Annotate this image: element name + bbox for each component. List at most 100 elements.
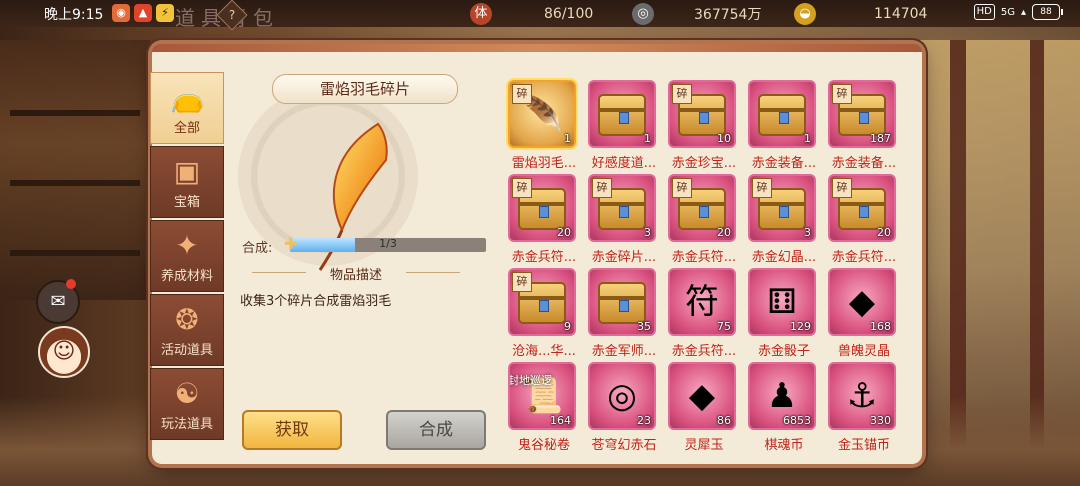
- compose-button[interactable]: 合成: [386, 410, 486, 450]
- inventory-item[interactable]: 1 赤金装备...: [744, 80, 824, 174]
- tally-card-icon: 符: [685, 282, 719, 322]
- item-label: 苍穹幻赤石: [591, 438, 657, 453]
- coin-value: 367754万: [694, 7, 762, 23]
- yin-yang-icon: ☯: [174, 377, 200, 410]
- treasure-chest-icon: [598, 282, 646, 324]
- top-bar: 晚上9:15 ◉ ▲ ⚡ 道具背包 ? 体 86/100 ◎ 367754万 ◒…: [0, 0, 1080, 31]
- item-slot: ♟ 6853: [748, 362, 816, 430]
- item-label: 赤金军师...: [591, 344, 657, 359]
- app-notification-icon: ▲: [134, 4, 152, 22]
- inventory-item[interactable]: 碎 20 赤金兵符...: [824, 174, 904, 268]
- chess-coin-icon: ♟: [766, 376, 798, 416]
- item-slot: 🪶 碎 1: [508, 80, 576, 148]
- inventory-item[interactable]: 符 75 赤金兵符...: [664, 268, 744, 362]
- inventory-item[interactable]: 碎 187 赤金装备...: [824, 80, 904, 174]
- tab-label: 养成材料: [160, 269, 213, 284]
- inventory-item[interactable]: ♟ 6853 棋魂币: [744, 362, 824, 456]
- red-crystal-icon: ◆: [848, 282, 876, 322]
- item-count: 20: [557, 226, 571, 239]
- item-grid: 🪶 碎 1 雷焰羽毛... 1 好感度道... 碎 10 赤金珍宝... 1 赤金装备... 碎 187…: [504, 80, 904, 460]
- compose-label: 合成:: [242, 241, 273, 256]
- coin-icon: ◎: [632, 3, 654, 25]
- item-overlay-tag: 封地巡逻: [508, 374, 552, 387]
- status-app-icons: ◉ ▲ ⚡: [112, 4, 174, 22]
- tab-gameplay-items[interactable]: ☯ 玩法道具: [150, 368, 224, 440]
- jade-icon: ◆: [688, 376, 716, 416]
- item-label: 棋魂币: [764, 438, 804, 453]
- tab-materials[interactable]: ✦ 养成材料: [150, 220, 224, 292]
- inventory-item[interactable]: 碎 20 赤金兵符...: [504, 174, 584, 268]
- item-slot: ◎ 23: [588, 362, 656, 430]
- item-label: 赤金珍宝...: [671, 156, 737, 171]
- inventory-item[interactable]: 1 好感度道...: [584, 80, 664, 174]
- inventory-item[interactable]: 🪶 碎 1 雷焰羽毛...: [504, 80, 584, 174]
- inventory-item[interactable]: ⚓ 330 金玉锚币: [824, 362, 904, 456]
- item-label: 赤金幻晶...: [751, 250, 817, 265]
- item-count: 187: [870, 132, 891, 145]
- inventory-item[interactable]: 碎 3 赤金幻晶...: [744, 174, 824, 268]
- fragment-badge: 碎: [832, 178, 852, 198]
- inventory-item[interactable]: ◆ 86 灵犀玉: [664, 362, 744, 456]
- item-count: 20: [717, 226, 731, 239]
- get-button[interactable]: 获取: [242, 410, 342, 450]
- fragment-badge: 碎: [672, 178, 692, 198]
- item-label: 雷焰羽毛...: [511, 156, 577, 171]
- chat-bubble-icon: ✉: [50, 291, 66, 312]
- item-label: 金玉锚币: [837, 438, 890, 453]
- item-count: 6853: [783, 414, 811, 427]
- crystal-icon: ✦: [175, 229, 199, 262]
- item-count: 1: [804, 132, 811, 145]
- item-count: 129: [790, 320, 811, 333]
- item-label: 兽魄灵晶: [837, 344, 890, 359]
- fragment-badge: 碎: [752, 178, 772, 198]
- item-slot: ◆ 86: [668, 362, 736, 430]
- item-count: 35: [637, 320, 651, 333]
- inventory-item[interactable]: 35 赤金军师...: [584, 268, 664, 362]
- inventory-item[interactable]: ◆ 168 兽魄灵晶: [824, 268, 904, 362]
- battery-icon: 88: [1032, 4, 1063, 20]
- dice-icon: ⚅: [767, 282, 797, 322]
- compose-progress-text: 1/3: [379, 237, 397, 250]
- fragment-badge: 碎: [512, 178, 532, 198]
- tab-all[interactable]: 👝 全部: [150, 72, 224, 144]
- item-count: 330: [870, 414, 891, 427]
- tab-event-items[interactable]: ❂ 活动道具: [150, 294, 224, 366]
- stamina-icon: 体: [470, 3, 492, 25]
- wifi-icon: ▴: [1020, 6, 1026, 18]
- inventory-item[interactable]: ⚅ 129 赤金骰子: [744, 268, 824, 362]
- item-name: 雷焰羽毛碎片: [272, 74, 458, 104]
- player-avatar[interactable]: ☺: [38, 326, 90, 378]
- feather-icon: [318, 122, 388, 271]
- item-label: 沧海...华...: [512, 344, 576, 359]
- item-slot: 碎9: [508, 268, 576, 336]
- inventory-item[interactable]: 碎 3 赤金碎片...: [584, 174, 664, 268]
- inventory-item[interactable]: 碎 20 赤金兵符...: [664, 174, 744, 268]
- item-detail-panel: 雷焰羽毛碎片 合成: ✚ 1/3 物品描述 收集3个碎片合成雷焰羽毛 获取 合成: [226, 56, 496, 460]
- ingot-counter: ◒ 114704: [794, 3, 927, 25]
- item-slot: 碎 10: [668, 80, 736, 148]
- panel-top-trim: [152, 44, 922, 52]
- item-slot: 碎 20: [828, 174, 896, 242]
- inventory-item[interactable]: ◎ 23 苍穹幻赤石: [584, 362, 664, 456]
- item-count: 168: [870, 320, 891, 333]
- item-slot: ⚓ 330: [828, 362, 896, 430]
- tab-label: 宝箱: [173, 195, 200, 210]
- item-label: 鬼谷秘卷: [517, 438, 570, 453]
- item-count: 23: [637, 414, 651, 427]
- tab-label: 玩法道具: [160, 417, 213, 432]
- description-title: 物品描述: [226, 264, 486, 283]
- fragment-badge: 碎: [672, 84, 692, 104]
- gold-ingot-icon: ◒: [794, 3, 816, 25]
- inventory-item[interactable]: 碎 10 赤金珍宝...: [664, 80, 744, 174]
- tab-label: 活动道具: [160, 343, 213, 358]
- system-status: HD 5G ▴ 88: [973, 4, 1063, 20]
- item-slot: ⚅ 129: [748, 268, 816, 336]
- ingot-value: 114704: [874, 6, 928, 22]
- inventory-item[interactable]: 📜 封地巡逻 164 鬼谷秘卷: [504, 362, 584, 456]
- fragment-badge: 碎: [512, 272, 532, 292]
- item-slot: 碎 20: [508, 174, 576, 242]
- fragment-badge: 碎: [832, 84, 852, 104]
- tab-chests[interactable]: ▣ 宝箱: [150, 146, 224, 218]
- inventory-item[interactable]: 碎 9 沧海...华...: [504, 268, 584, 362]
- item-count: 1: [644, 132, 651, 145]
